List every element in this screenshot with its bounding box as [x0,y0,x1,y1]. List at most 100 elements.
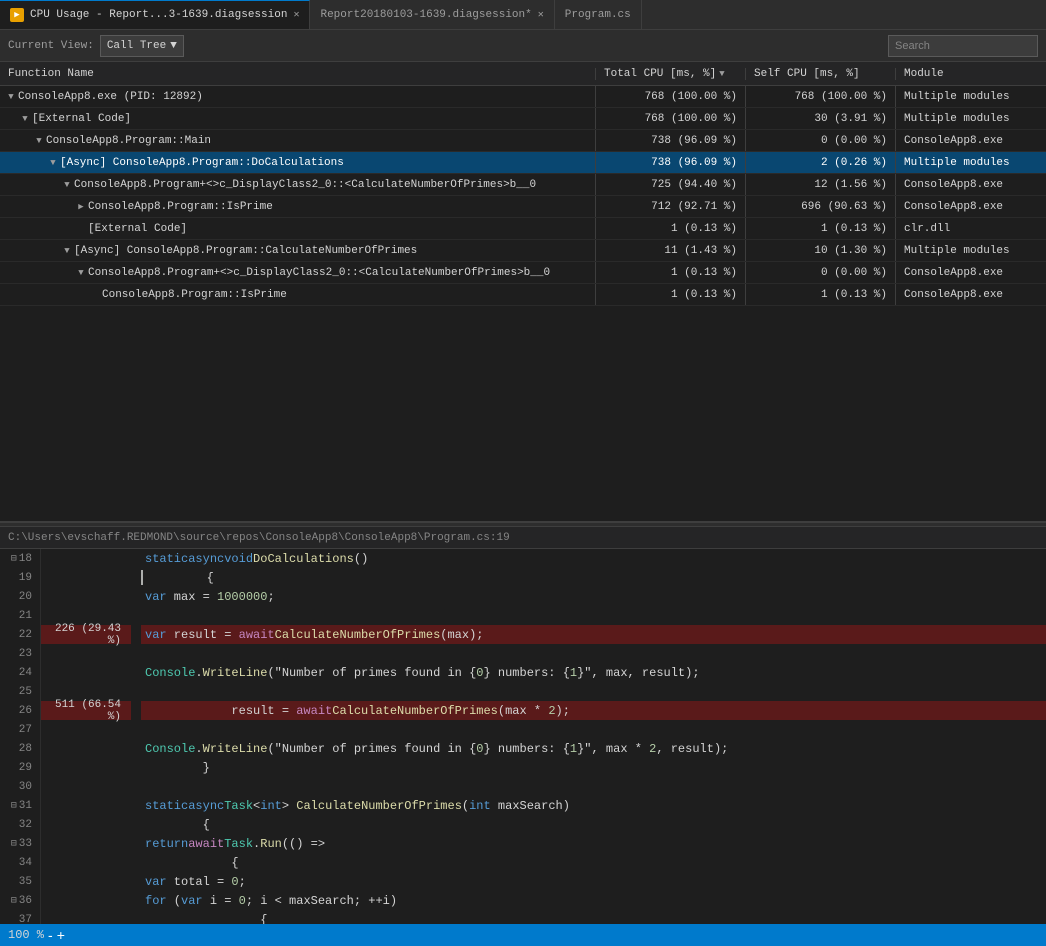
tree-expander[interactable]: ▼ [32,134,46,148]
code-text: result = await CalculateNumberOfPrimes(m… [141,701,570,720]
filepath-bar: C:\Users\evschaff.REDMOND\source\repos\C… [0,527,1046,549]
zoom-plus-button[interactable]: + [57,928,65,942]
dropdown-arrow-icon: ▼ [170,40,177,52]
table-row[interactable]: ▼[Async] ConsoleApp8.Program::CalculateN… [0,240,1046,262]
collapse-indicator-icon[interactable]: ⊟ [11,800,17,812]
code-line: { [141,568,1046,587]
collapse-indicator-icon[interactable]: ⊟ [11,838,17,850]
table-row[interactable]: ▶ConsoleApp8.Program::IsPrime712 (92.71 … [0,196,1046,218]
code-column: static async void DoCalculations() { var… [131,549,1046,946]
line-number: 32 [0,815,40,834]
self-cpu-value: 696 (90.63 %) [746,196,896,217]
sort-arrow-icon: ▼ [719,69,724,79]
fn-cell: ▼ConsoleApp8.Program+<>c_DisplayClass2_0… [0,174,596,195]
heat-value [41,663,131,682]
code-line: { [141,853,1046,872]
total-cpu-value: 768 (100.00 %) [596,108,746,129]
tab-programcs[interactable]: Program.cs [555,0,642,29]
view-name: Call Tree [107,40,166,52]
collapse-indicator-icon[interactable]: ⊟ [11,895,17,907]
total-cpu-value: 738 (96.09 %) [596,152,746,173]
module-value: ConsoleApp8.exe [896,174,1046,195]
module-value: clr.dll [896,218,1046,239]
code-line: static async Task<int> CalculateNumberOf… [141,796,1046,815]
current-view-label: Current View: [8,40,94,52]
table-row[interactable]: ▼ConsoleApp8.Program+<>c_DisplayClass2_0… [0,174,1046,196]
line-number: ⊟36 [0,891,40,910]
view-selector[interactable]: Call Tree ▼ [100,35,184,57]
table-row[interactable]: ▼ConsoleApp8.Program::Main738 (96.09 %)0… [0,130,1046,152]
heat-value: 226 (29.43 %) [41,625,131,644]
function-name: [External Code] [32,113,131,125]
module-value: Multiple modules [896,86,1046,107]
tab-close-1[interactable]: ✕ [293,9,299,21]
self-cpu-value: 2 (0.26 %) [746,152,896,173]
line-number: 21 [0,606,40,625]
table-row[interactable]: [External Code]1 (0.13 %)1 (0.13 %)clr.d… [0,218,1046,240]
table-row[interactable]: ▼[External Code]768 (100.00 %)30 (3.91 %… [0,108,1046,130]
col-header-function-name[interactable]: Function Name [0,68,596,80]
module-value: ConsoleApp8.exe [896,284,1046,305]
col-header-self-cpu[interactable]: Self CPU [ms, %] [746,68,896,80]
module-value: ConsoleApp8.exe [896,130,1046,151]
line-numbers-column: ⊟18192021222324252627282930⊟3132⊟333435⊟… [0,549,41,946]
code-line: for (var i = 0; i < maxSearch; ++i) [141,891,1046,910]
table-row[interactable]: ConsoleApp8.Program::IsPrime1 (0.13 %)1 … [0,284,1046,306]
code-line [141,777,1046,796]
total-cpu-value: 1 (0.13 %) [596,284,746,305]
tab-diagsession-2[interactable]: Report20180103-1639.diagsession* ✕ [310,0,554,29]
table-header: Function Name Total CPU [ms, %] ▼ Self C… [0,62,1046,86]
tree-expander[interactable]: ▼ [18,112,32,126]
total-cpu-value: 1 (0.13 %) [596,218,746,239]
text-cursor [141,570,143,585]
tree-body: ▼ConsoleApp8.exe (PID: 12892)768 (100.00… [0,86,1046,306]
code-text: { [141,815,210,834]
fn-cell: ▼[Async] ConsoleApp8.Program::CalculateN… [0,240,596,261]
total-cpu-value: 725 (94.40 %) [596,174,746,195]
table-row[interactable]: ▼ConsoleApp8.Program+<>c_DisplayClass2_0… [0,262,1046,284]
tree-expander[interactable]: ▶ [74,200,88,214]
tab-diagsession-active[interactable]: ▶ CPU Usage - Report...3-1639.diagsessio… [0,0,310,29]
tab-close-2[interactable]: ✕ [538,9,544,21]
function-name: [Async] ConsoleApp8.Program::DoCalculati… [60,157,344,169]
tab-label-3: Program.cs [565,9,631,21]
code-line: Console.WriteLine("Number of primes foun… [141,663,1046,682]
tree-expander[interactable]: ▼ [46,156,60,170]
self-cpu-value: 10 (1.30 %) [746,240,896,261]
search-input[interactable] [888,35,1038,57]
line-number: 25 [0,682,40,701]
collapse-indicator-icon[interactable]: ⊟ [11,553,17,565]
code-text: { [145,568,214,587]
code-text: Console.WriteLine("Number of primes foun… [141,663,700,682]
table-row[interactable]: ▼ConsoleApp8.exe (PID: 12892)768 (100.00… [0,86,1046,108]
code-area[interactable]: ⊟18192021222324252627282930⊟3132⊟333435⊟… [0,549,1046,946]
tree-expander[interactable] [88,288,102,302]
code-line: var result = await CalculateNumberOfPrim… [141,625,1046,644]
heat-value [41,549,131,568]
heat-value [41,815,131,834]
filepath-text: C:\Users\evschaff.REDMOND\source\repos\C… [8,532,510,544]
line-number: 29 [0,758,40,777]
main-container: Function Name Total CPU [ms, %] ▼ Self C… [0,62,1046,946]
col-header-total-cpu[interactable]: Total CPU [ms, %] ▼ [596,68,746,80]
tree-expander[interactable]: ▼ [60,244,74,258]
code-line: result = await CalculateNumberOfPrimes(m… [141,701,1046,720]
code-line: Console.WriteLine("Number of primes foun… [141,739,1046,758]
function-name: ConsoleApp8.Program::Main [46,135,211,147]
heat-value [41,720,131,739]
tree-expander[interactable]: ▼ [4,90,18,104]
table-row[interactable]: ▼[Async] ConsoleApp8.Program::DoCalculat… [0,152,1046,174]
line-number: ⊟33 [0,834,40,853]
zoom-minus-button[interactable]: - [48,928,53,942]
code-line [141,606,1046,625]
tree-expander[interactable] [74,222,88,236]
tree-expander[interactable]: ▼ [60,178,74,192]
code-text: Console.WriteLine("Number of primes foun… [141,739,728,758]
tree-expander[interactable]: ▼ [74,266,88,280]
line-number: 23 [0,644,40,663]
status-bar: 100 % - + [0,924,1046,946]
function-name: ConsoleApp8.Program::IsPrime [102,289,287,301]
module-value: Multiple modules [896,152,1046,173]
fn-cell: ▼[Async] ConsoleApp8.Program::DoCalculat… [0,152,596,173]
col-header-module: Module [896,68,1046,80]
